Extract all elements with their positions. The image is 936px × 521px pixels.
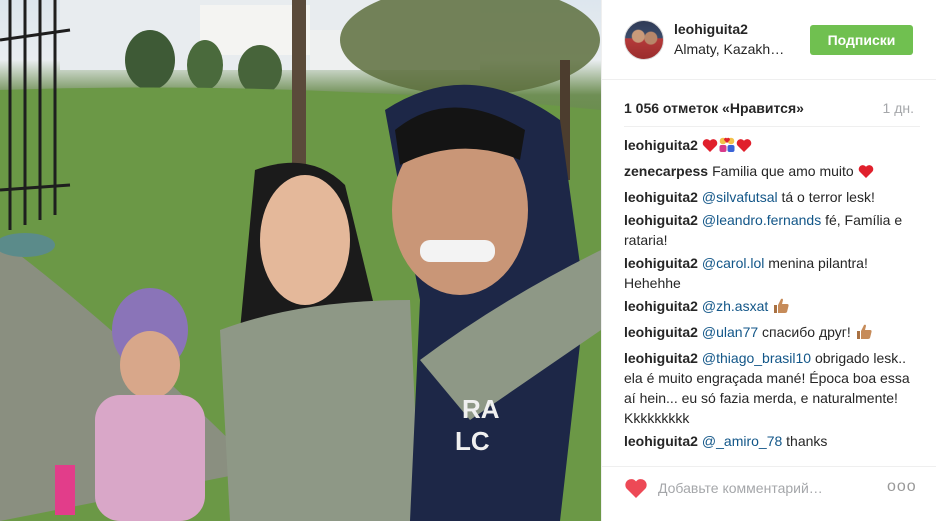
post-location[interactable]: Almaty, Kazakh…: [674, 41, 784, 57]
comment-mention[interactable]: @_amiro_78: [702, 433, 782, 449]
comment-author[interactable]: leohiguita2: [624, 255, 698, 271]
comment-author[interactable]: leohiguita2: [624, 212, 698, 228]
comment-author[interactable]: leohiguita2: [624, 350, 698, 366]
comment-mention[interactable]: @carol.lol: [702, 255, 764, 271]
post-time[interactable]: 1 дн.: [883, 100, 914, 116]
heart-emoji-icon: [858, 164, 874, 184]
comment-list: leohiguita2 zenecarpess Familia que amo m…: [624, 126, 920, 454]
comment-author[interactable]: leohiguita2: [624, 189, 698, 205]
comment-mention[interactable]: @ulan77: [702, 324, 758, 340]
post-header: leohiguita2 Almaty, Kazakh… Подписки: [602, 0, 936, 80]
post-actions: ooo: [602, 466, 936, 521]
comment-text: tá o terror lesk!: [777, 189, 875, 205]
more-options-icon[interactable]: ooo: [887, 478, 917, 496]
comment-item: leohiguita2 @_amiro_78 thanks: [624, 431, 920, 451]
comment-item: leohiguita2 @leandro.fernands fé, Família…: [624, 210, 920, 250]
photo-scene: RA LC: [0, 0, 601, 521]
heart-emoji-icon: [736, 138, 752, 158]
comment-item: leohiguita2 @carol.lol menina pilantra! H…: [624, 253, 920, 293]
comment-item: leohiguita2 @thiago_brasil10 obrigado les…: [624, 348, 920, 428]
thumbs-up-emoji-icon: [855, 323, 873, 345]
post-sidebar: leohiguita2 Almaty, Kazakh… Подписки 1 0…: [601, 0, 936, 521]
heart-icon[interactable]: [624, 477, 648, 499]
comment-author[interactable]: zenecarpess: [624, 163, 708, 179]
comment-input[interactable]: [658, 476, 878, 500]
comment-text: спасибо друг!: [758, 324, 851, 340]
comment-author[interactable]: leohiguita2: [624, 433, 698, 449]
svg-text:RA: RA: [462, 394, 500, 424]
likes-count[interactable]: 1 056 отметок «Нравится»: [624, 100, 804, 116]
follow-button[interactable]: Подписки: [810, 25, 913, 55]
comment-author[interactable]: leohiguita2: [624, 324, 698, 340]
likes-row: 1 056 отметок «Нравится» 1 дн.: [624, 100, 914, 118]
comment-author[interactable]: leohiguita2: [624, 298, 698, 314]
avatar[interactable]: [624, 20, 664, 60]
comment-author[interactable]: leohiguita2: [624, 137, 698, 153]
post-photo[interactable]: RA LC: [0, 0, 601, 521]
heart-emoji-icon: [702, 138, 718, 158]
comment-item: zenecarpess Familia que amo muito: [624, 161, 920, 184]
comment-mention[interactable]: @leandro.fernands: [702, 212, 821, 228]
comment-item: leohiguita2 @silvafutsal tá o terror lesk…: [624, 187, 920, 207]
svg-text:LC: LC: [455, 426, 490, 456]
comment-mention[interactable]: @thiago_brasil10: [702, 350, 811, 366]
comment-item: leohiguita2: [624, 135, 920, 158]
post-username[interactable]: leohiguita2: [674, 21, 748, 37]
comment-mention[interactable]: @silvafutsal: [702, 189, 778, 205]
comment-text: Familia que amo muito: [712, 163, 854, 179]
couple-emoji-icon: [718, 136, 736, 158]
comment-item: leohiguita2 @ulan77 спасибо друг!: [624, 322, 920, 345]
comment-text: thanks: [782, 433, 828, 449]
thumbs-up-emoji-icon: [772, 297, 790, 319]
comment-item: leohiguita2 @zh.asxat: [624, 296, 920, 319]
comment-mention[interactable]: @zh.asxat: [702, 298, 768, 314]
